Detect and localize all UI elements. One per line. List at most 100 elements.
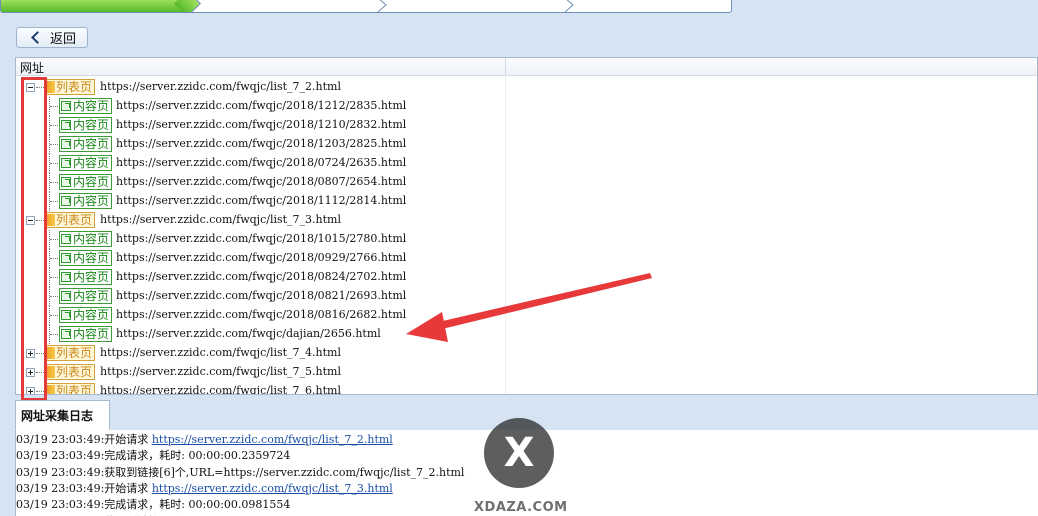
tree-connector: [50, 182, 58, 184]
content-page-badge: 内容页: [59, 326, 113, 342]
tree-node-content-page[interactable]: 内容页 https://server.zzidc.com/fwqjc/2018/0…: [16, 249, 496, 268]
tree-connector: [50, 163, 58, 165]
content-page-badge: 内容页: [59, 250, 113, 266]
tree-node-content-page[interactable]: 内容页 https://server.zzidc.com/fwqjc/2018/1…: [16, 230, 496, 249]
tree-node-list-page[interactable]: 列表页 https://server.zzidc.com/fwqjc/list_7…: [16, 382, 496, 394]
external-link-icon: [61, 272, 71, 282]
tree-node-content-page[interactable]: 内容页 https://server.zzidc.com/fwqjc/dajian…: [16, 325, 496, 344]
expand-icon[interactable]: [26, 368, 35, 377]
tree-node-content-page[interactable]: 内容页 https://server.zzidc.com/fwqjc/2018/1…: [16, 116, 496, 135]
content-page-badge: 内容页: [59, 231, 113, 247]
tree-node-url: https://server.zzidc.com/fwqjc/list_7_2.…: [100, 80, 341, 93]
log-line: 03/19 23:03:49:获取到链接[6]个,URL=https://ser…: [16, 513, 464, 516]
content-page-badge: 内容页: [59, 307, 113, 323]
url-tree-panel: 网址 列表页 https://server.zzidc.com/fwqjc/lis…: [15, 57, 1038, 395]
tree-node-content-page[interactable]: 内容页 https://server.zzidc.com/fwqjc/2018/1…: [16, 192, 496, 211]
list-page-label: 列表页: [56, 80, 93, 94]
tree-node-list-page[interactable]: 列表页 https://server.zzidc.com/fwqjc/list_7…: [16, 78, 496, 97]
url-column-header: 网址: [16, 58, 1037, 76]
content-page-label: 内容页: [73, 289, 110, 303]
tree-node-url: https://server.zzidc.com/fwqjc/2018/1210…: [116, 118, 407, 131]
tree-connector: [36, 391, 44, 393]
column-divider-line: [505, 75, 506, 394]
tree-node-url: https://server.zzidc.com/fwqjc/2018/1112…: [116, 194, 407, 207]
log-message: 03/19 23:03:49:开始请求: [16, 481, 152, 495]
list-page-badge: 列表页: [44, 212, 96, 228]
log-url-link[interactable]: https://server.zzidc.com/fwqjc/list_7_3.…: [152, 482, 393, 495]
list-page-badge: 列表页: [44, 383, 96, 394]
external-link-icon: [61, 196, 71, 206]
chevron-left-icon: [31, 31, 44, 44]
external-link-icon: [61, 253, 71, 263]
tree-node-list-page[interactable]: 列表页 https://server.zzidc.com/fwqjc/list_7…: [16, 344, 496, 363]
content-page-label: 内容页: [73, 156, 110, 170]
log-message: 03/19 23:03:49:开始请求: [16, 433, 152, 446]
content-page-badge: 内容页: [59, 117, 113, 133]
external-link-icon: [61, 101, 71, 111]
expand-icon[interactable]: [26, 349, 35, 358]
collapse-icon[interactable]: [26, 216, 35, 225]
external-link-icon: [61, 329, 71, 339]
content-page-label: 内容页: [73, 251, 110, 265]
tree-node-url: https://server.zzidc.com/fwqjc/2018/0724…: [116, 156, 407, 169]
external-link-icon: [61, 310, 71, 320]
tree-connector: [36, 220, 44, 222]
tree-node-content-page[interactable]: 内容页 https://server.zzidc.com/fwqjc/2018/0…: [16, 154, 496, 173]
content-page-label: 内容页: [73, 194, 110, 208]
wizard-step-1[interactable]: [1, 0, 201, 12]
wizard-steps: [0, 0, 732, 13]
list-page-badge: 列表页: [44, 345, 96, 361]
folder-icon: [47, 366, 55, 378]
tree-connector: [36, 372, 44, 374]
wizard-step-separator: [376, 0, 388, 12]
content-page-label: 内容页: [73, 175, 110, 189]
folder-icon: [47, 347, 55, 359]
folder-icon: [47, 81, 55, 93]
log-line: 03/19 23:03:49:开始请求 https://server.zzidc…: [16, 431, 393, 447]
tree-node-url: https://server.zzidc.com/fwqjc/dajian/26…: [116, 327, 381, 340]
log-line: 03/19 23:03:49:完成请求，耗时: 00:00:00.2359724: [16, 447, 290, 463]
expand-icon[interactable]: [26, 387, 35, 394]
tree-node-content-page[interactable]: 内容页 https://server.zzidc.com/fwqjc/2018/0…: [16, 268, 496, 287]
tree-connector: [50, 201, 58, 203]
tree-node-content-page[interactable]: 内容页 https://server.zzidc.com/fwqjc/2018/0…: [16, 287, 496, 306]
content-page-label: 内容页: [73, 327, 110, 341]
collapse-icon[interactable]: [26, 83, 35, 92]
tree-connector: [50, 144, 58, 146]
content-page-label: 内容页: [73, 99, 110, 113]
tree-connector: [50, 106, 58, 108]
column-divider[interactable]: [505, 58, 506, 75]
tree-node-content-page[interactable]: 内容页 https://server.zzidc.com/fwqjc/2018/1…: [16, 97, 496, 116]
content-page-label: 内容页: [73, 270, 110, 284]
log-url-link[interactable]: https://server.zzidc.com/fwqjc/list_7_2.…: [152, 433, 393, 446]
external-link-icon: [61, 120, 71, 130]
tree-connector: [50, 258, 58, 260]
log-line: 03/19 23:03:49:完成请求，耗时: 00:00:00.0981554: [16, 496, 290, 512]
tree-node-url: https://server.zzidc.com/fwqjc/2018/1203…: [116, 137, 407, 150]
external-link-icon: [61, 234, 71, 244]
tree-connector: [36, 353, 44, 355]
list-page-badge: 列表页: [44, 364, 96, 380]
list-page-label: 列表页: [56, 213, 93, 227]
tree-connector: [36, 87, 44, 89]
log-message: 03/19 23:03:49:获取到链接[6]个,URL=https://ser…: [16, 465, 465, 479]
folder-icon: [47, 214, 55, 226]
tree-node-list-page[interactable]: 列表页 https://server.zzidc.com/fwqjc/list_7…: [16, 211, 496, 230]
tree-node-url: https://server.zzidc.com/fwqjc/2018/1015…: [116, 232, 407, 245]
back-button[interactable]: 返回: [16, 27, 88, 48]
tree-node-content-page[interactable]: 内容页 https://server.zzidc.com/fwqjc/2018/1…: [16, 135, 496, 154]
tree-connector: [50, 125, 58, 127]
tree-node-list-page[interactable]: 列表页 https://server.zzidc.com/fwqjc/list_7…: [16, 363, 496, 382]
tree-node-content-page[interactable]: 内容页 https://server.zzidc.com/fwqjc/2018/0…: [16, 306, 496, 325]
tree-node-url: https://server.zzidc.com/fwqjc/list_7_4.…: [100, 346, 341, 359]
tree-node-content-page[interactable]: 内容页 https://server.zzidc.com/fwqjc/2018/0…: [16, 173, 496, 192]
tree-node-url: https://server.zzidc.com/fwqjc/list_7_5.…: [100, 365, 341, 378]
tree-node-url: https://server.zzidc.com/fwqjc/2018/0821…: [116, 289, 407, 302]
content-page-badge: 内容页: [59, 193, 113, 209]
tab-url-collection-log[interactable]: 网址采集日志: [15, 400, 110, 430]
external-link-icon: [61, 177, 71, 187]
log-line: 03/19 23:03:49:开始请求 https://server.zzidc…: [16, 480, 393, 496]
watermark-logo: X: [484, 418, 554, 488]
tree-connector: [50, 296, 58, 298]
tree-connector: [50, 334, 58, 336]
